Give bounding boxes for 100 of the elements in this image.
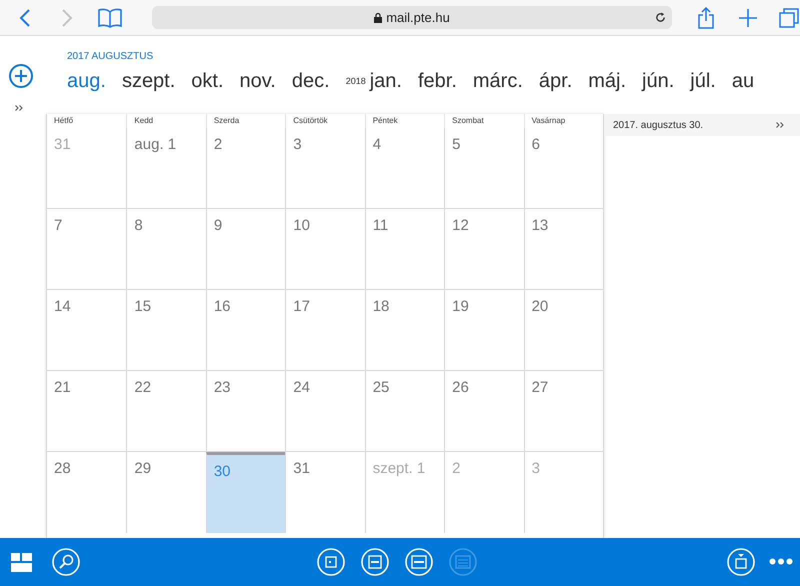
month-tab[interactable]: okt. [191, 69, 224, 93]
day-cell[interactable]: 13 [524, 209, 603, 289]
day-cell[interactable]: aug. 1 [126, 128, 206, 208]
day-cell[interactable]: 7 [47, 209, 126, 289]
day-cell[interactable]: 31 [285, 452, 365, 533]
view-icon[interactable] [317, 548, 345, 576]
share-icon[interactable] [698, 6, 714, 28]
day-number: 8 [134, 217, 143, 234]
day-cell[interactable]: 12 [444, 209, 524, 289]
day-number: 9 [214, 217, 222, 234]
day-number: 26 [452, 379, 469, 396]
day-cell[interactable]: szept. 1 [364, 452, 444, 533]
month-tab[interactable]: jún. [642, 69, 674, 93]
day-number: 16 [214, 298, 231, 315]
month-tab[interactable]: ápr. [538, 69, 572, 93]
day-cell[interactable]: 21 [47, 371, 126, 451]
day-number: aug. 1 [134, 136, 176, 153]
month-tab[interactable]: aug. [67, 69, 106, 93]
weekday-label: Csütörtök [293, 116, 328, 125]
month-tab[interactable]: szept. [122, 69, 176, 93]
view-icon[interactable] [405, 548, 433, 576]
book-icon[interactable] [98, 8, 122, 28]
day-cell[interactable]: 11 [364, 209, 444, 289]
weekday-label: Szerda [214, 116, 240, 125]
add-icon[interactable] [9, 64, 33, 88]
day-number: 31 [54, 136, 71, 153]
day-number: 3 [293, 136, 302, 153]
day-number: 19 [452, 298, 469, 315]
day-cell[interactable]: 8 [126, 209, 206, 289]
day-cell[interactable]: 6 [524, 128, 603, 208]
collapse-icon[interactable] [776, 122, 784, 128]
day-number: 30 [214, 463, 231, 480]
day-cell[interactable]: 20 [524, 290, 603, 370]
day-number: 4 [372, 136, 382, 153]
day-number: 17 [293, 298, 310, 315]
day-cell[interactable]: 10 [285, 209, 365, 289]
day-cell[interactable]: 19 [444, 290, 524, 370]
day-cell[interactable]: 4 [364, 128, 444, 208]
day-number: 22 [134, 379, 152, 396]
day-cell[interactable]: 24 [285, 371, 365, 451]
day-cell[interactable]: 2 [444, 452, 524, 533]
day-cell[interactable]: 17 [285, 290, 365, 370]
month-tab[interactable]: febr. [418, 69, 457, 93]
day-number: 13 [532, 217, 548, 234]
plus-icon[interactable] [739, 8, 757, 26]
day-number: 7 [54, 217, 62, 234]
day-cell[interactable]: 3 [524, 452, 603, 533]
day-number: 15 [134, 298, 152, 315]
month-tab[interactable]: máj. [588, 69, 626, 93]
more-icon[interactable] [769, 558, 793, 565]
day-cell[interactable]: 16 [206, 290, 286, 370]
month-heading: 2017 AUGUSZTUS [67, 50, 154, 64]
day-number: 3 [532, 460, 540, 477]
weekday-label: Péntek [372, 116, 398, 125]
month-tab[interactable]: jan. [370, 69, 402, 93]
view-icon[interactable] [361, 548, 389, 576]
day-cell[interactable]: 27 [524, 371, 603, 451]
day-number: 28 [54, 460, 71, 477]
expand-icon[interactable] [15, 105, 23, 111]
day-cell[interactable]: 25 [364, 371, 444, 451]
agenda-date: 2017. augusztus 30. [613, 118, 704, 132]
day-cell[interactable]: 18 [364, 290, 444, 370]
month-tab[interactable]: au [732, 69, 754, 93]
day-cell[interactable]: 15 [126, 290, 206, 370]
day-number: 20 [532, 298, 548, 315]
day-number: 11 [372, 217, 388, 234]
search-icon[interactable] [52, 548, 80, 576]
day-number: 10 [293, 217, 310, 234]
day-number: 14 [54, 298, 71, 315]
day-number: 24 [293, 379, 310, 396]
day-number: 31 [293, 460, 310, 477]
day-cell[interactable]: 26 [444, 371, 524, 451]
address-bar[interactable]: mail.pte.hu [152, 6, 672, 29]
today-icon[interactable] [727, 548, 755, 576]
month-tab[interactable]: márc. [472, 69, 523, 93]
day-number: 2 [214, 136, 222, 153]
day-number: 25 [372, 379, 390, 396]
day-number: 29 [134, 460, 152, 477]
day-number: szept. 1 [372, 460, 426, 477]
day-cell[interactable]: 22 [126, 371, 206, 451]
apps-icon[interactable] [11, 552, 32, 572]
day-cell[interactable]: 28 [47, 452, 126, 533]
day-cell[interactable]: 14 [47, 290, 126, 370]
day-cell[interactable]: 31 [47, 128, 126, 208]
day-cell[interactable]: 3 [285, 128, 365, 208]
tabs-icon[interactable] [779, 8, 799, 28]
day-cell[interactable]: 5 [444, 128, 524, 208]
day-number: 5 [452, 136, 460, 153]
day-cell[interactable]: 9 [206, 209, 286, 289]
weekday-label: Kedd [134, 116, 154, 125]
day-cell[interactable]: 23 [206, 371, 286, 451]
day-number: 2 [452, 460, 460, 477]
month-tab[interactable]: júl. [690, 69, 716, 93]
day-cell[interactable]: 2 [206, 128, 286, 208]
reload-icon[interactable] [655, 12, 666, 23]
back-icon[interactable] [19, 8, 31, 26]
day-cell[interactable]: 30 [206, 452, 286, 533]
month-tab[interactable]: dec. [292, 69, 330, 93]
month-tab[interactable]: nov. [240, 69, 276, 93]
day-number: 27 [532, 379, 548, 396]
